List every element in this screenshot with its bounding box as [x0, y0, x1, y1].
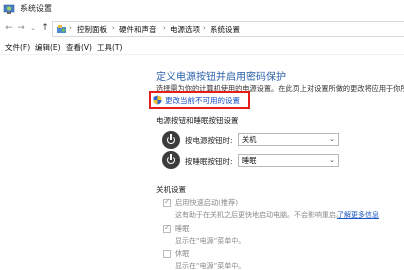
learn-more-link[interactable]: 了解更多信息 [337, 210, 379, 220]
sleep-checkbox[interactable] [163, 223, 171, 233]
menu-tools[interactable]: 工具(T) [97, 42, 122, 53]
power-buttons-section-title: 电源按钮和睡眠按钮设置 [156, 116, 239, 125]
breadcrumb-separator-icon: › [163, 24, 166, 32]
title-bar: 系统设置 [0, 0, 404, 19]
sleep-option-description: 显示在“电源”菜单中。 [175, 237, 246, 245]
window-title: 系统设置 [20, 4, 52, 13]
menu-edit[interactable]: 编辑(E) [35, 42, 61, 53]
breadcrumb-separator-icon: › [112, 24, 115, 32]
fast-startup-description: 这有助于在关机之后更快地启动电脑。不会影响重启。 [175, 211, 343, 219]
sleep-button-label: 按睡眠按钮时: [185, 157, 233, 166]
page-title: 定义电源按钮并启用密码保护 [156, 72, 286, 83]
power-button-action-select[interactable]: 关机 ⌄ [238, 133, 339, 146]
breadcrumb-separator-icon: › [69, 24, 72, 32]
system-settings-icon [3, 4, 15, 14]
hibernate-checkbox[interactable] [163, 250, 171, 258]
chevron-down-icon: ⌄ [329, 156, 335, 164]
control-panel-icon [57, 25, 66, 33]
forward-arrow-icon[interactable]: → [15, 22, 27, 35]
chevron-down-icon: ⌄ [329, 135, 335, 143]
up-arrow-icon[interactable]: ↑ [39, 22, 51, 35]
address-row: ← → ⌄ ↑ › 控制面板 › 硬件和声音 › 电源选项 › 系统设置 [0, 19, 404, 39]
sleep-button-action-select[interactable]: 睡眠 ⌄ [238, 154, 339, 167]
sleep-icon [162, 151, 180, 169]
shutdown-section-title: 关机设置 [156, 185, 186, 194]
recent-dropdown-icon[interactable]: ⌄ [27, 22, 39, 35]
admin-shield-icon [153, 95, 162, 105]
breadcrumb-item[interactable]: 电源选项 [170, 24, 200, 35]
breadcrumb-item[interactable]: 控制面板 [77, 24, 107, 35]
menu-view[interactable]: 查看(V) [66, 42, 92, 53]
change-unavailable-settings-link[interactable]: 更改当前不可用的设置 [165, 95, 240, 106]
fast-startup-label: 启用快速启动(推荐) [175, 198, 239, 207]
sleep-button-action-value: 睡眠 [242, 156, 257, 165]
power-button-action-value: 关机 [242, 135, 257, 144]
fast-startup-checkbox[interactable] [163, 197, 171, 207]
menu-file[interactable]: 文件(F) [5, 42, 30, 53]
breadcrumb[interactable]: › 控制面板 › 硬件和声音 › 电源选项 › 系统设置 [52, 21, 404, 37]
hibernate-option-label: 休眠 [175, 249, 190, 258]
breadcrumb-item[interactable]: 硬件和声音 [119, 24, 157, 35]
power-icon [162, 131, 180, 149]
hibernate-option-description: 显示在“电源”菜单中。 [175, 262, 246, 270]
breadcrumb-separator-icon: › [203, 24, 206, 32]
sleep-option-label: 睡眠 [175, 224, 190, 233]
menu-bar: 文件(F) 编辑(E) 查看(V) 工具(T) [0, 39, 404, 55]
breadcrumb-item[interactable]: 系统设置 [210, 24, 240, 35]
power-button-label: 按电源按钮时: [185, 136, 233, 145]
back-arrow-icon[interactable]: ← [3, 22, 15, 35]
